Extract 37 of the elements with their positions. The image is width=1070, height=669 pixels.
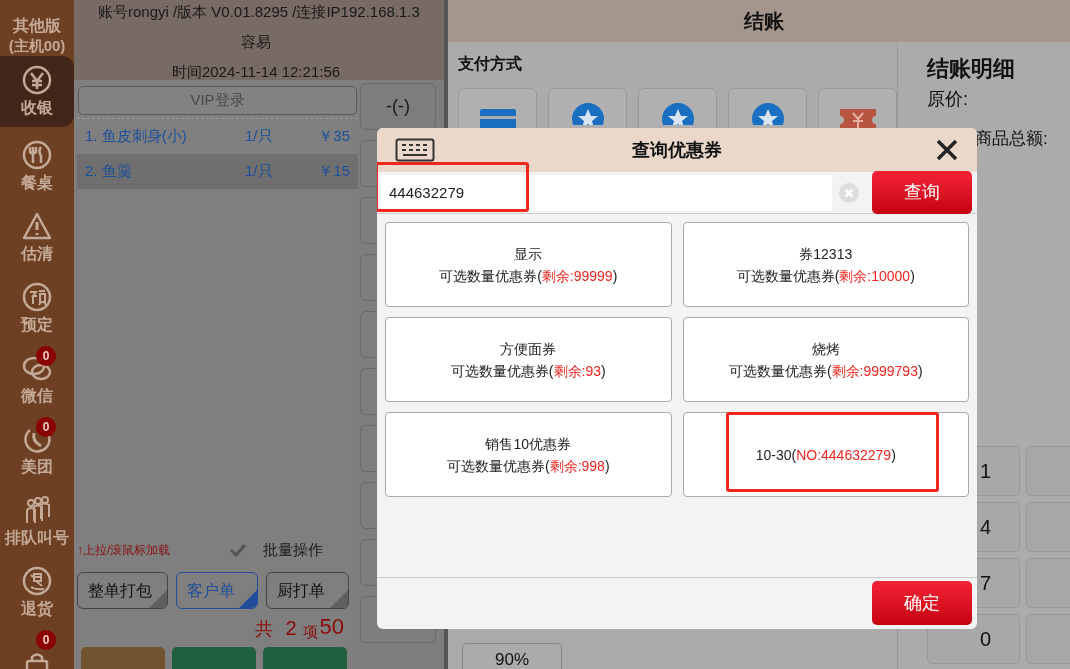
count-badge: 0 (36, 346, 56, 366)
coupon-remaining: 可选数量优惠券(剩余:9999793) (728, 361, 923, 381)
total-amount: 50 (319, 613, 344, 641)
coupon-name: 销售10优惠券 (485, 434, 572, 454)
coupon-name: 券12313 (799, 244, 853, 264)
load-hint: ↑上拉/滚鼠标加载 (77, 542, 172, 559)
sidebar-title: 其他版 (13, 16, 61, 36)
original-price-label: 原价: (927, 88, 969, 111)
item-quantity: 1/只 (245, 126, 274, 147)
payment-method-label: 支付方式 (458, 54, 523, 74)
coupon-remaining: 可选数量优惠券(剩余:99999) (439, 266, 618, 286)
sidebar-subtitle: (主机00) (8, 36, 66, 56)
detail-title: 结账明细 (927, 55, 1016, 83)
item-quantity: 1/只 (245, 161, 274, 182)
user-name: 容易 (241, 32, 271, 52)
total-unit: 项 (302, 621, 318, 642)
coupon-remaining: 可选数量优惠券(剩余:93) (450, 361, 606, 381)
item-name: 2. 鱼羹 (85, 161, 133, 182)
count-badge: 0 (36, 630, 56, 650)
coupon-name: 显示 (514, 244, 543, 264)
total-prefix: 共 (255, 618, 274, 641)
total-amount-label: 商品总额: (975, 128, 1048, 150)
dialog-title: 查询优惠券 (632, 138, 722, 162)
coupon-remaining: 可选数量优惠券(剩余:998) (446, 456, 610, 476)
batch-label: 批量操作 (263, 539, 323, 560)
account-info: 账号rongyi /版本 V0.01.8295 /连接IP192.168.1.3 (97, 2, 420, 22)
item-price: ￥35 (317, 126, 350, 147)
item-price: ￥15 (317, 161, 350, 182)
coupon-remaining: 可选数量优惠券(剩余:10000) (736, 266, 915, 286)
time-label: 时间2024-11-14 12:21:56 (171, 62, 341, 82)
item-name: 1. 鱼皮刺身(小) (85, 126, 188, 147)
checkout-title: 结账 (448, 0, 1070, 42)
coupon-name: 烧烤 (811, 339, 840, 359)
count-badge: 0 (36, 417, 56, 437)
coupon-remaining: 10-30(NO:444632279) (755, 445, 896, 465)
total-count: 2 (285, 616, 297, 641)
coupon-name: 方便面券 (500, 339, 557, 359)
